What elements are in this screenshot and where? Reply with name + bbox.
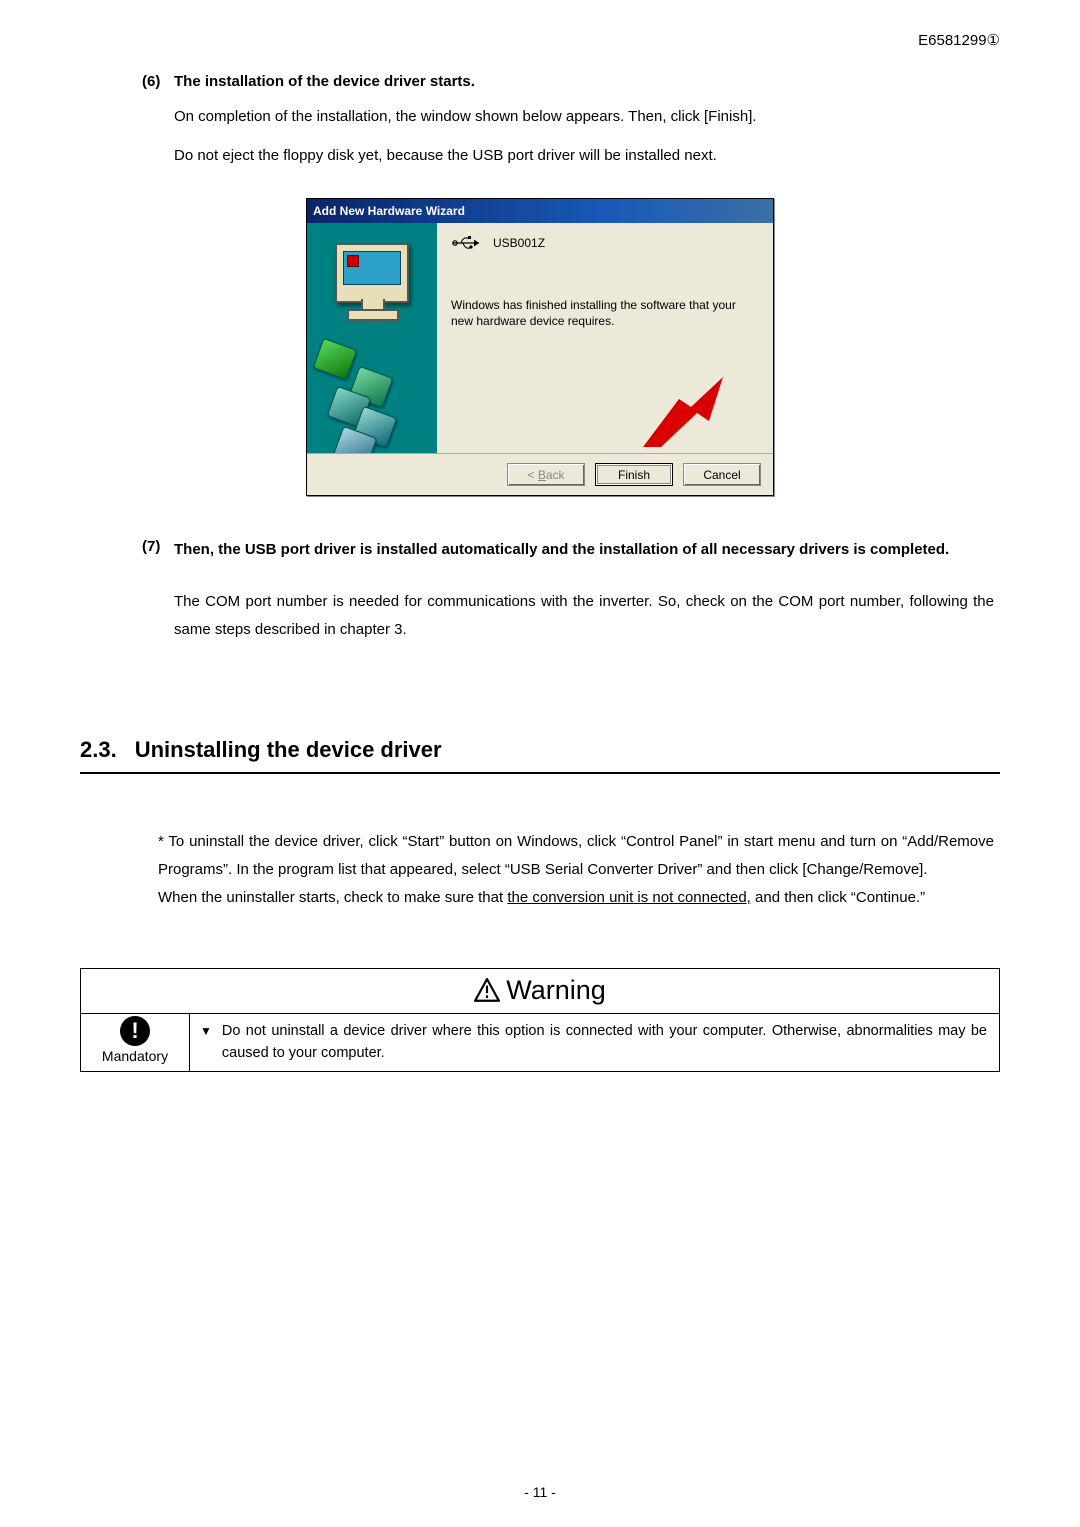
- section-2-3: 2.3. Uninstalling the device driver * To…: [80, 733, 1000, 911]
- wizard-footer: < Back Finish Cancel: [307, 453, 773, 495]
- step7-body: The COM port number is needed for commun…: [174, 588, 994, 644]
- mandatory-icon: !: [120, 1016, 150, 1046]
- section-2-3-body: * To uninstall the device driver, click …: [158, 828, 994, 911]
- page-number: - 11 -: [0, 1482, 1080, 1503]
- sec23-text-underlined: the conversion unit is not connected,: [507, 889, 751, 906]
- warning-mandatory-cell: ! Mandatory: [81, 1014, 190, 1071]
- sec23-text-2a: When the uninstaller starts, check to ma…: [158, 889, 507, 906]
- back-rest: ack: [546, 468, 565, 482]
- sec23-text-1: * To uninstall the device driver, click …: [158, 833, 994, 878]
- warning-text: Do not uninstall a device driver where t…: [222, 1020, 987, 1065]
- page: E6581299① (6) The installation of the de…: [0, 0, 1080, 1527]
- step6-body: On completion of the installation, the w…: [174, 103, 990, 170]
- back-accel: B: [538, 468, 546, 482]
- step6-number: (6): [142, 71, 174, 94]
- mandatory-label: Mandatory: [102, 1046, 168, 1067]
- wizard-finish-text: Windows has finished installing the soft…: [451, 297, 759, 329]
- wizard-titlebar: Add New Hardware Wizard: [307, 199, 773, 223]
- finish-button[interactable]: Finish: [595, 463, 673, 486]
- sec23-text-2b: and then click “Continue.”: [751, 889, 925, 906]
- step7-heading: (7) Then, the USB port driver is install…: [142, 536, 1000, 564]
- wizard-sidebar-image: [307, 223, 437, 453]
- cancel-button[interactable]: Cancel: [683, 463, 761, 486]
- warning-label: Warning: [506, 970, 606, 1011]
- wizard-body: USB001Z Windows has finished installing …: [307, 223, 773, 453]
- wizard-dialog: Add New Hardware Wizard: [306, 198, 774, 496]
- warning-row: ! Mandatory ▼ Do not uninstall a device …: [80, 1013, 1000, 1072]
- warning-text-cell: ▼ Do not uninstall a device driver where…: [190, 1014, 999, 1071]
- wizard-content: USB001Z Windows has finished installing …: [437, 223, 773, 453]
- warning-header: Warning: [80, 968, 1000, 1014]
- red-arrow-annotation: [643, 377, 723, 447]
- doc-number: E6581299①: [80, 30, 1000, 53]
- section-2-3-number: 2.3.: [80, 733, 117, 766]
- step7-number: (7): [142, 536, 174, 564]
- device-row: USB001Z: [451, 233, 759, 253]
- section-2-3-heading: 2.3. Uninstalling the device driver: [80, 733, 1000, 774]
- warning-bullet-icon: ▼: [200, 1020, 212, 1065]
- monitor-icon: [335, 243, 409, 303]
- step6-line2: Do not eject the floppy disk yet, becaus…: [174, 142, 990, 171]
- step7-title: Then, the USB port driver is installed a…: [174, 536, 1000, 564]
- wizard-dialog-wrap: Add New Hardware Wizard: [80, 198, 1000, 496]
- step6-title: The installation of the device driver st…: [174, 71, 475, 94]
- step6-line1: On completion of the installation, the w…: [174, 103, 990, 132]
- step6-heading: (6) The installation of the device drive…: [142, 71, 1000, 94]
- device-label: USB001Z: [493, 234, 545, 252]
- back-button: < Back: [507, 463, 585, 486]
- warning-box: Warning ! Mandatory ▼ Do not uninstall a…: [80, 968, 1000, 1072]
- section-2-3-title: Uninstalling the device driver: [135, 733, 442, 766]
- usb-device-icon: [451, 233, 483, 253]
- warning-triangle-icon: [474, 978, 500, 1002]
